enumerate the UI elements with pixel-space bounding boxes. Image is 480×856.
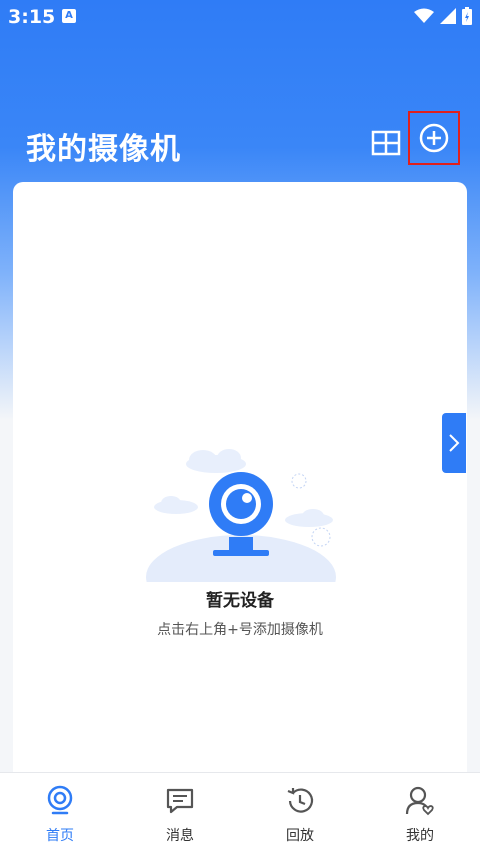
plus-circle-icon <box>419 123 449 153</box>
bottom-navigation: 首页 消息 回放 我的 <box>0 772 480 856</box>
battery-charging-icon <box>462 7 472 25</box>
empty-camera-illustration <box>146 449 336 582</box>
side-expand-tab[interactable] <box>442 413 466 473</box>
camera-list-card: 暂无设备 点击右上角+号添加摄像机 <box>13 182 467 782</box>
nav-label-messages: 消息 <box>166 828 194 844</box>
status-time: 3:15 <box>8 6 56 28</box>
empty-state-hint: 点击右上角+号添加摄像机 <box>157 622 323 638</box>
page-title: 我的摄像机 <box>26 132 181 167</box>
camera-home-icon <box>47 785 73 815</box>
add-camera-button[interactable] <box>408 111 460 165</box>
nav-label-playback: 回放 <box>286 828 314 844</box>
profile-icon <box>405 786 434 816</box>
chevron-right-icon <box>449 434 460 452</box>
notification-a-icon: A <box>62 9 76 23</box>
nav-item-messages[interactable]: 消息 <box>120 773 240 856</box>
wifi-icon <box>414 8 434 23</box>
nav-item-profile[interactable]: 我的 <box>360 773 480 856</box>
status-icons <box>414 7 472 25</box>
nav-label-profile: 我的 <box>406 828 434 844</box>
nav-label-home: 首页 <box>46 828 74 844</box>
grid-view-button[interactable] <box>370 127 402 159</box>
status-bar: 3:15 A <box>0 0 480 34</box>
nav-item-home[interactable]: 首页 <box>0 773 120 856</box>
nav-item-playback[interactable]: 回放 <box>240 773 360 856</box>
signal-icon <box>440 8 456 24</box>
empty-state-title: 暂无设备 <box>206 591 274 611</box>
history-icon <box>287 788 314 813</box>
message-icon <box>166 788 194 814</box>
grid-icon <box>371 130 401 156</box>
